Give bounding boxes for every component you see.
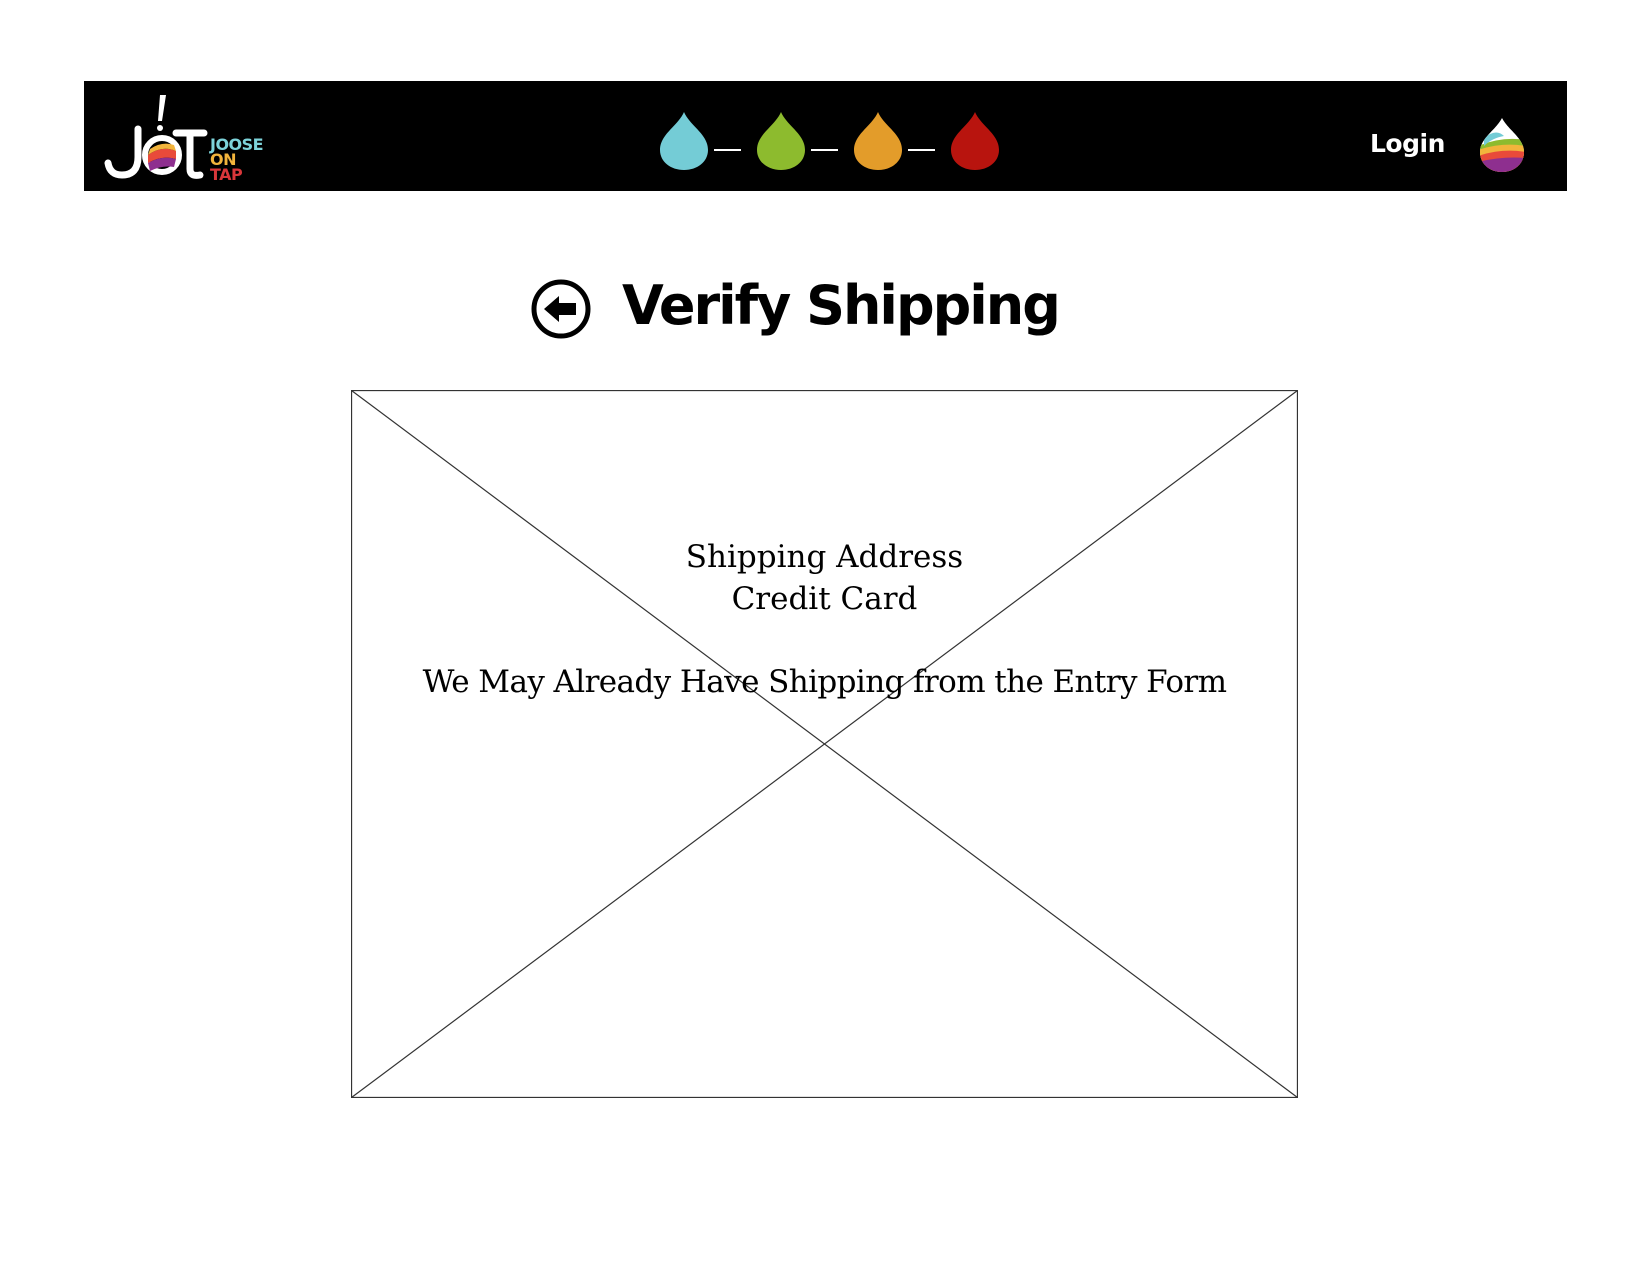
logo-mark-icon — [104, 95, 208, 179]
rainbow-drop-icon[interactable] — [1478, 116, 1526, 174]
login-link[interactable]: Login — [1370, 129, 1445, 158]
page-title: Verify Shipping — [622, 274, 1061, 337]
arrow-left-circle-icon[interactable] — [530, 278, 592, 340]
step-2-drop-icon — [757, 112, 805, 170]
top-header-bar: JOOSE ON TAP Login — [84, 81, 1567, 191]
shipping-address-label: Shipping Address — [685, 539, 964, 575]
shipping-note: We May Already Have Shipping from the En… — [422, 664, 1227, 700]
placeholder-cross — [351, 390, 1298, 1098]
placeholder-description: Shipping Address Credit Card We May Alre… — [351, 536, 1298, 703]
step-1-drop-icon — [660, 112, 708, 170]
step-3-drop-icon — [854, 112, 902, 170]
progress-steps — [644, 104, 1004, 170]
content-placeholder-box: Shipping Address Credit Card We May Alre… — [351, 390, 1298, 1098]
joose-on-tap-logo[interactable]: JOOSE ON TAP — [104, 89, 274, 185]
credit-card-label: Credit Card — [731, 581, 918, 617]
step-4-drop-icon — [951, 112, 999, 170]
logo-word-tap: TAP — [210, 165, 243, 184]
logo-wordmark: JOOSE ON TAP — [210, 137, 264, 184]
